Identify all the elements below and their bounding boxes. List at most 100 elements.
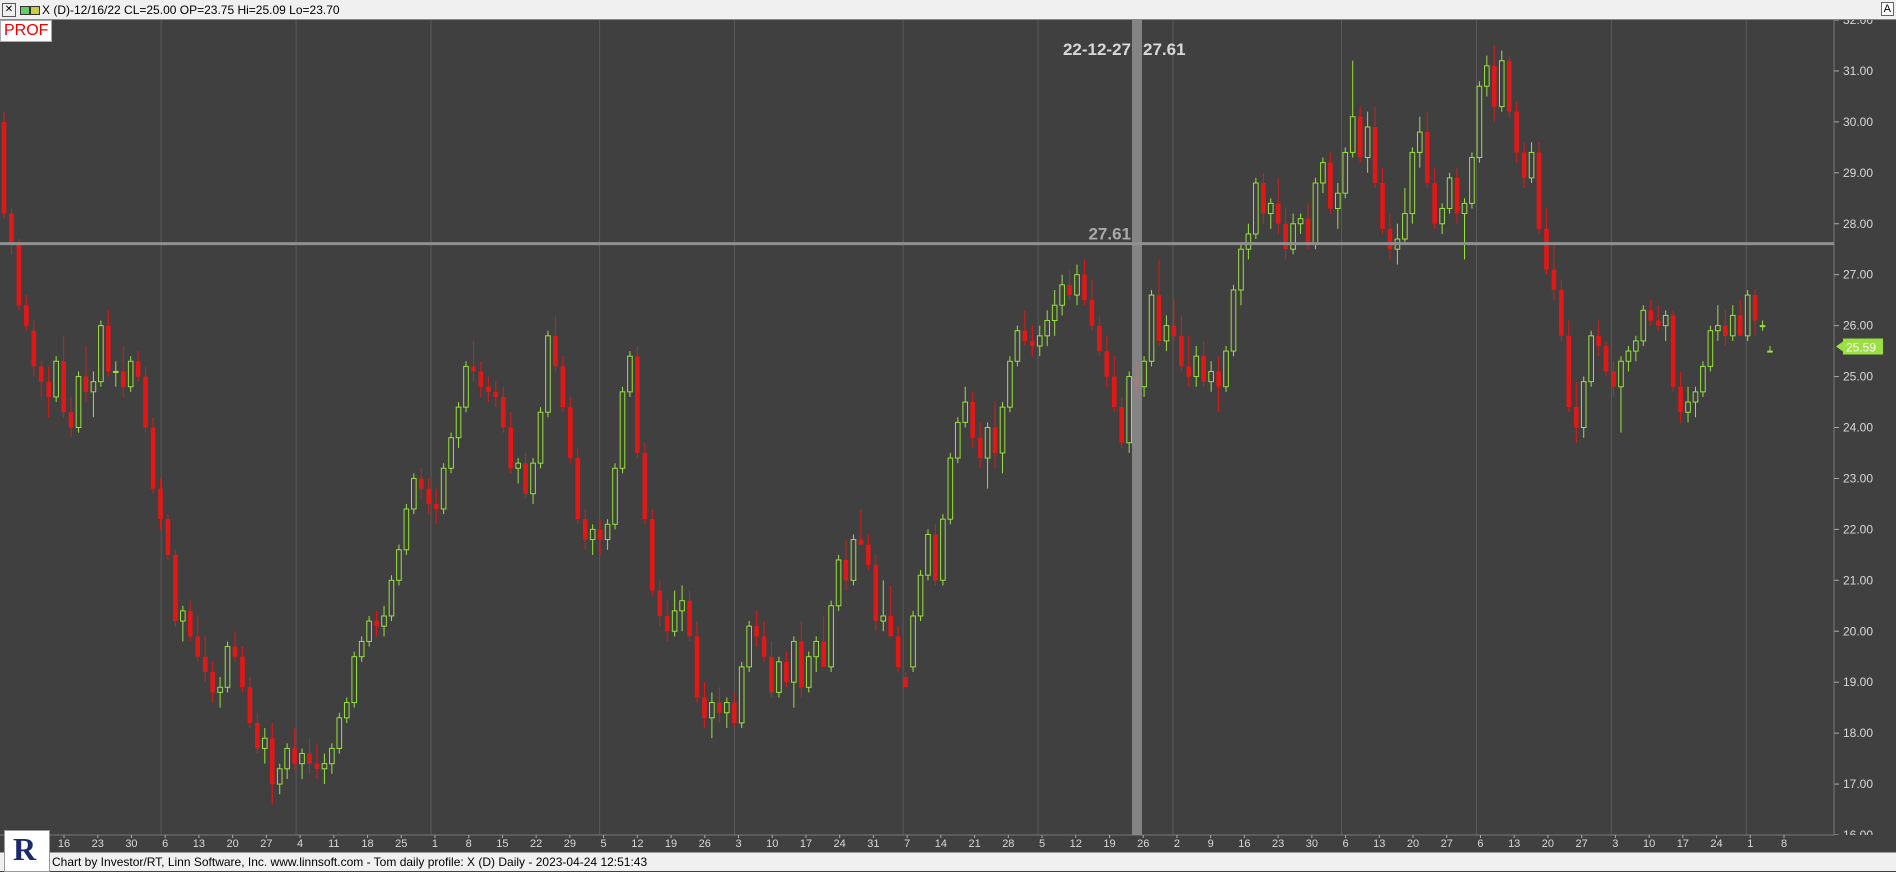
candle-body-down: [1648, 310, 1654, 321]
date-tick-label: 5: [601, 838, 607, 850]
candle-body-down: [657, 590, 663, 616]
candle-body-down: [1596, 335, 1601, 346]
candle-body-down: [761, 636, 767, 657]
date-tick-label: 17: [800, 838, 812, 850]
date-tick-label: 14: [935, 838, 947, 850]
date-tick-label: 16: [58, 838, 70, 850]
candle-body-down: [493, 391, 499, 397]
price-tick-label: 31.00: [1843, 64, 1873, 78]
date-tick-label: 21: [968, 838, 980, 850]
candle-body-up: [723, 702, 730, 714]
candle-body-down: [575, 458, 581, 520]
window-icon-yellow: [30, 6, 40, 15]
date-tick-label: 16: [1238, 838, 1250, 850]
candle-body-down: [426, 488, 432, 504]
price-tick-label: 30.00: [1843, 115, 1873, 129]
candle-body-up: [1715, 325, 1721, 332]
candle-body-down: [247, 687, 253, 723]
profile-badge[interactable]: PROF: [0, 20, 53, 42]
candle-body-down: [68, 412, 74, 428]
candle-body-up: [358, 640, 365, 658]
date-tick-label: 24: [834, 838, 846, 850]
candle-body-up: [98, 325, 104, 383]
candle-body-up: [1335, 192, 1341, 209]
price-tick-label: 21.00: [1843, 573, 1873, 587]
date-tick-label: 20: [1542, 838, 1554, 850]
candle-body-down: [1670, 315, 1676, 387]
date-tick-label: 5: [1039, 838, 1045, 850]
candle-body-down: [120, 371, 126, 387]
candle-body-down: [1603, 346, 1609, 372]
candle-body-down: [933, 534, 938, 581]
candle-body-down: [1156, 295, 1162, 341]
candle-body-up: [671, 610, 678, 632]
candle-body-down: [895, 636, 901, 667]
status-footer: Chart by Investor/RT, Linn Software, Inc…: [0, 852, 1896, 871]
candle-body-down: [1380, 183, 1385, 229]
candle-body-down: [992, 427, 998, 453]
date-tick-label: 15: [496, 838, 508, 850]
window-icon-green: [20, 6, 30, 15]
candle-body-down: [694, 636, 700, 698]
date-tick-label: 23: [1272, 838, 1284, 850]
candle-body-up: [329, 747, 335, 765]
date-tick-label: 8: [1781, 838, 1787, 850]
candle-body-up: [1342, 151, 1349, 194]
candle-body-down: [471, 366, 476, 372]
candle-body-up: [284, 747, 290, 770]
date-tick-label: 20: [227, 838, 239, 850]
date-tick-label: 8: [466, 838, 472, 850]
candle-body-down: [240, 656, 245, 688]
candle-body-up: [910, 615, 916, 668]
candle-body-down: [202, 656, 208, 672]
candle-body-down: [582, 519, 588, 540]
candle-body-down: [24, 305, 29, 326]
date-tick-label: 6: [162, 838, 168, 850]
candle-body-up: [962, 401, 969, 423]
candle-body-up: [1744, 294, 1751, 337]
candle-body-up: [1402, 213, 1408, 240]
candle-body-up: [1014, 330, 1021, 362]
candle-body-up: [224, 646, 231, 688]
candle-body-down: [433, 503, 439, 509]
candle-body-up: [403, 508, 410, 551]
date-tick-label: 17: [1677, 838, 1689, 850]
window-title-bar: ✕ X (D)-12/16/22 CL=25.00 OP=23.75 Hi=25…: [0, 0, 1896, 20]
close-icon[interactable]: ✕: [2, 3, 16, 17]
candle-body-down: [135, 361, 141, 377]
candle-body-up: [828, 605, 834, 668]
candle-body-down: [165, 519, 171, 555]
candle-body-up: [954, 421, 961, 459]
date-tick-label: 25: [395, 838, 407, 850]
candle-body-up: [813, 640, 820, 658]
candle-body-down: [173, 554, 178, 622]
candle-body-up: [1409, 151, 1416, 215]
candle-body-down: [150, 427, 156, 489]
candle-body-down: [508, 427, 514, 469]
candle-body-down: [1111, 376, 1117, 408]
footer-text: Chart by Investor/RT, Linn Software, Inc…: [52, 855, 648, 869]
candle-body-up: [455, 406, 462, 439]
candle-body-down: [866, 544, 871, 566]
price-tick-label: 22.00: [1843, 522, 1873, 536]
candle-body-down: [769, 656, 774, 693]
autoscale-button[interactable]: A: [1880, 2, 1894, 16]
candle-body-down: [31, 330, 37, 367]
candle-body-up: [709, 702, 715, 719]
date-tick-label: 7: [904, 838, 910, 850]
candle-body-up: [1416, 131, 1423, 153]
candle-body-up: [589, 528, 596, 541]
date-tick-label: 13: [1373, 838, 1385, 850]
candle-body-down: [821, 641, 826, 667]
candle-body-down: [1678, 386, 1683, 413]
last-price-label: 25.59: [1846, 341, 1876, 355]
price-tick-label: 18.00: [1843, 726, 1873, 740]
candle-body-up: [276, 768, 283, 785]
candle-body-up: [127, 360, 134, 388]
candle-body-up: [1700, 365, 1706, 393]
price-chart[interactable]: 16.0017.0018.0019.0020.0021.0022.0023.00…: [0, 20, 1896, 852]
candle-body-up: [1297, 218, 1304, 225]
candle-body-up: [261, 737, 268, 749]
candle-body-up: [791, 640, 797, 683]
candle-body-up: [112, 370, 119, 373]
